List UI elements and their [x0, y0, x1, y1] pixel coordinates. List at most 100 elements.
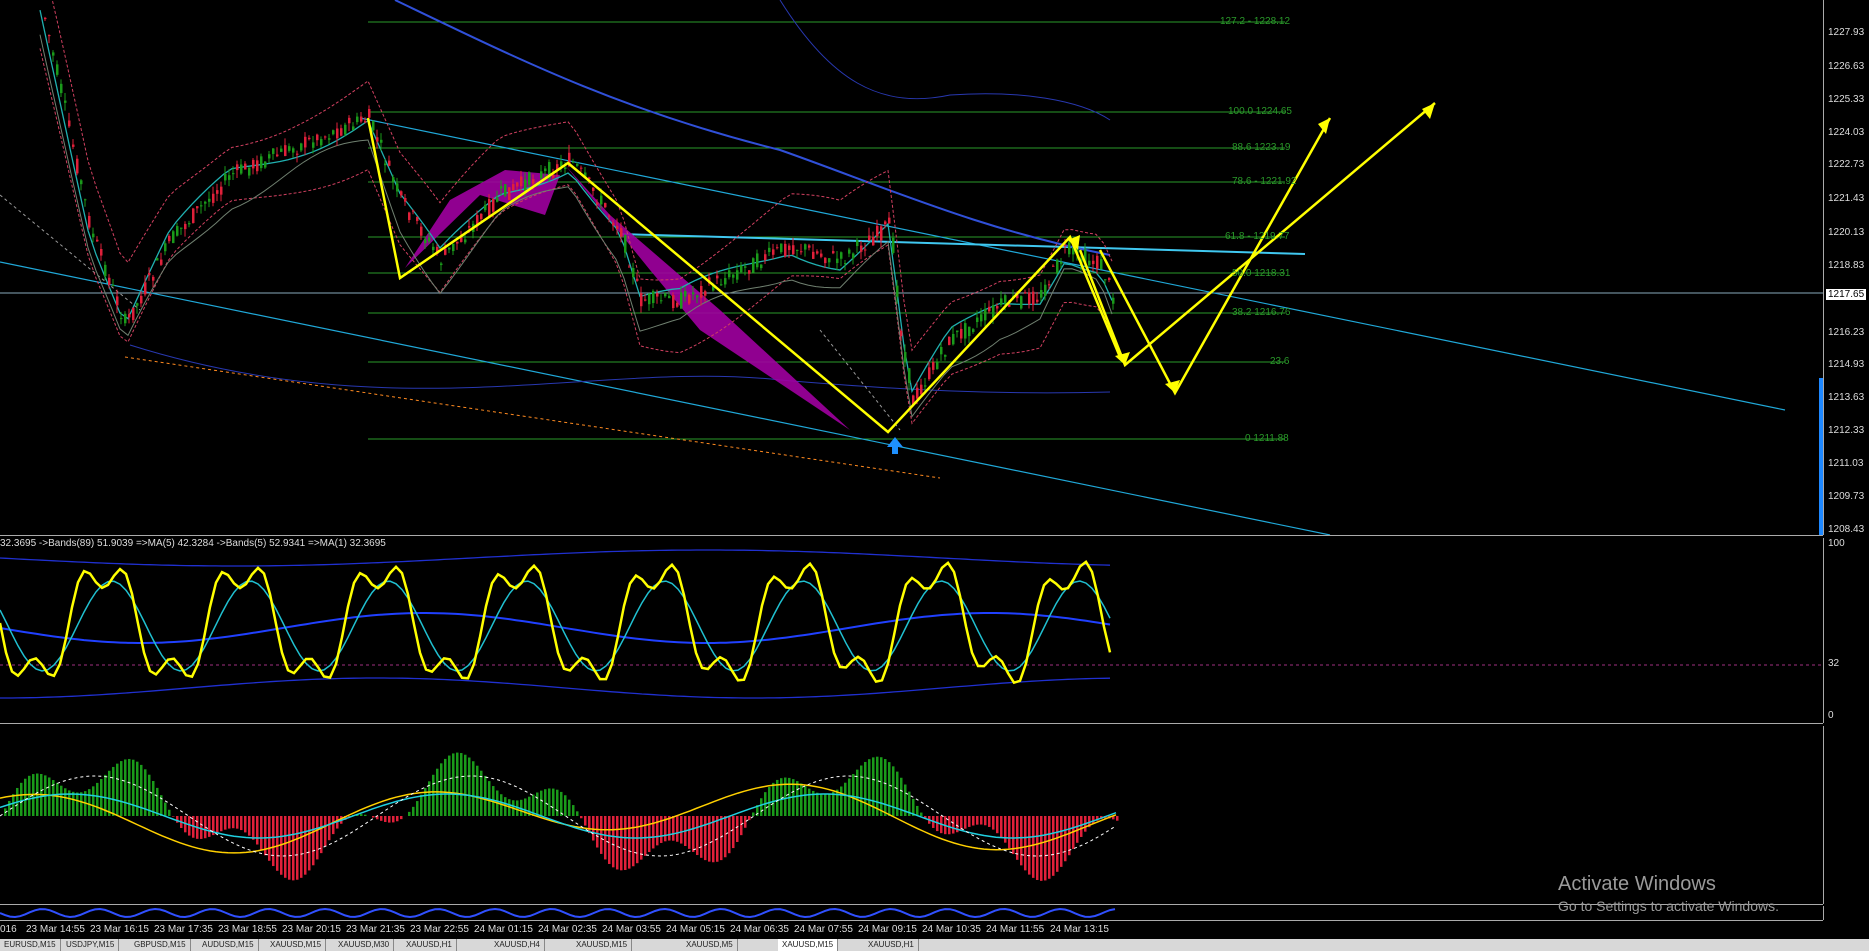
histogram-bar [396, 816, 399, 822]
chart-tab[interactable]: XAUUSD,H1 [402, 939, 457, 951]
candle-body [888, 217, 891, 224]
chart-tab-active[interactable]: XAUUSD,M15 [778, 939, 839, 951]
histogram-bar [408, 811, 411, 816]
candle-body [228, 175, 231, 180]
histogram-bar [744, 816, 747, 828]
histogram-bar [560, 791, 563, 816]
candle-body [444, 248, 447, 255]
oscillator-pane-3[interactable] [0, 906, 1823, 921]
histogram-bar [648, 816, 651, 853]
histogram-bar [632, 816, 635, 867]
price-tick: 1225.33 [1828, 94, 1865, 105]
candle-body [904, 352, 907, 363]
candle-body [124, 313, 127, 324]
histogram-bar [328, 816, 331, 841]
histogram-bar [736, 816, 739, 842]
osc-band-lower-line [0, 677, 1111, 699]
price-chart-canvas[interactable] [0, 0, 1823, 535]
histogram-bar [252, 816, 255, 840]
candle-body [756, 253, 759, 268]
oscillator-3-axis[interactable] [1823, 906, 1869, 920]
chart-tab[interactable]: AUDUSD,M15 [198, 939, 259, 951]
candle-body [1032, 291, 1035, 305]
histogram-bar [152, 780, 155, 816]
oscillator-1-canvas[interactable] [0, 538, 1823, 723]
histogram-bar [548, 788, 551, 816]
oscillator-2-canvas[interactable] [0, 726, 1823, 904]
chart-tab[interactable]: GBPUSD,M15 [130, 939, 191, 951]
histogram-bar [232, 816, 235, 829]
candle-body [900, 330, 903, 337]
candle-body [680, 292, 683, 309]
candle-body [1100, 259, 1103, 270]
candle-body [644, 299, 647, 301]
oscillator-2-axis[interactable] [1823, 726, 1869, 904]
histogram-bar [412, 806, 415, 816]
candle-body [936, 361, 939, 370]
histogram-bar [644, 816, 647, 856]
candle-body [316, 134, 319, 141]
candle-body [788, 245, 791, 251]
candle-body [1060, 261, 1063, 264]
histogram-bar [392, 816, 395, 823]
candle-body [72, 144, 75, 147]
chart-tab[interactable]: XAUUSD,H1 [864, 939, 919, 951]
chart-tab[interactable]: XAUUSD,H4 [490, 939, 545, 951]
histogram-bar [732, 816, 735, 849]
candle-body [512, 184, 515, 191]
oscillator-3-canvas[interactable] [0, 906, 1823, 920]
candle-body [368, 109, 371, 118]
candle-body [696, 295, 699, 298]
histogram-bar [760, 798, 763, 816]
histogram-bar [316, 816, 319, 860]
candle-body [92, 233, 95, 238]
histogram-bar [384, 816, 387, 822]
candle-body [260, 156, 263, 169]
histogram-bar [968, 816, 971, 827]
main-chart-pane[interactable]: 127.2 - 1228.12 100.0 1224.65 88.6 1223.… [0, 0, 1823, 536]
time-tick: 23 Mar 14:55 [26, 924, 85, 935]
candle-body [1104, 279, 1107, 281]
chart-tab[interactable]: XAUUSD,M15 [572, 939, 633, 951]
chart-tab[interactable]: XAUUSD,M5 [682, 939, 738, 951]
candle-body [780, 243, 783, 253]
oscillator-1-axis[interactable]: 100 32 0 [1823, 538, 1869, 723]
candle-body [308, 137, 311, 140]
chart-tab[interactable]: XAUUSD,M15 [266, 939, 327, 951]
time-tick: 23 Mar 22:55 [410, 924, 469, 935]
candle-body [736, 270, 739, 280]
histogram-bar [668, 816, 671, 841]
histogram-bar [296, 816, 299, 880]
candle-body [484, 204, 487, 211]
chart-tab[interactable]: EURUSD,M15 [0, 939, 61, 951]
candle-body [840, 252, 843, 259]
histogram-bar [228, 816, 231, 829]
candle-body [528, 172, 531, 185]
histogram-bar [164, 802, 167, 816]
candle-body [612, 222, 615, 226]
candle-body [456, 241, 459, 244]
histogram-bar [1032, 816, 1035, 878]
candle-body [544, 168, 547, 171]
chart-tab[interactable]: XAUUSD,M30 [334, 939, 395, 951]
histogram-bar [108, 770, 111, 816]
histogram-bar [796, 781, 799, 816]
price-tick: 1227.93 [1828, 27, 1865, 38]
chart-tab[interactable]: USDJPY,M15 [62, 939, 120, 951]
oscillator-pane-1[interactable]: 32.3695 ->Bands(89) 51.9039 =>MA(5) 42.3… [0, 538, 1823, 724]
histogram-bar [688, 816, 691, 849]
candle-body [516, 182, 519, 187]
candle-body [668, 295, 671, 299]
price-tick: 1222.73 [1828, 159, 1865, 170]
time-axis[interactable]: 016 23 Mar 14:55 23 Mar 16:15 23 Mar 17:… [0, 922, 1869, 939]
candle-body [784, 243, 787, 257]
histogram-bar [1024, 816, 1027, 871]
candle-body [44, 17, 47, 20]
time-tick: 24 Mar 13:15 [1050, 924, 1109, 935]
candle-body [1088, 260, 1091, 266]
price-axis[interactable]: 1227.93 1226.63 1225.33 1224.03 1222.73 … [1823, 0, 1869, 535]
candle-body [564, 167, 567, 170]
oscillator-pane-2[interactable] [0, 726, 1823, 905]
time-tick: 23 Mar 17:35 [154, 924, 213, 935]
histogram-bar [440, 763, 443, 816]
